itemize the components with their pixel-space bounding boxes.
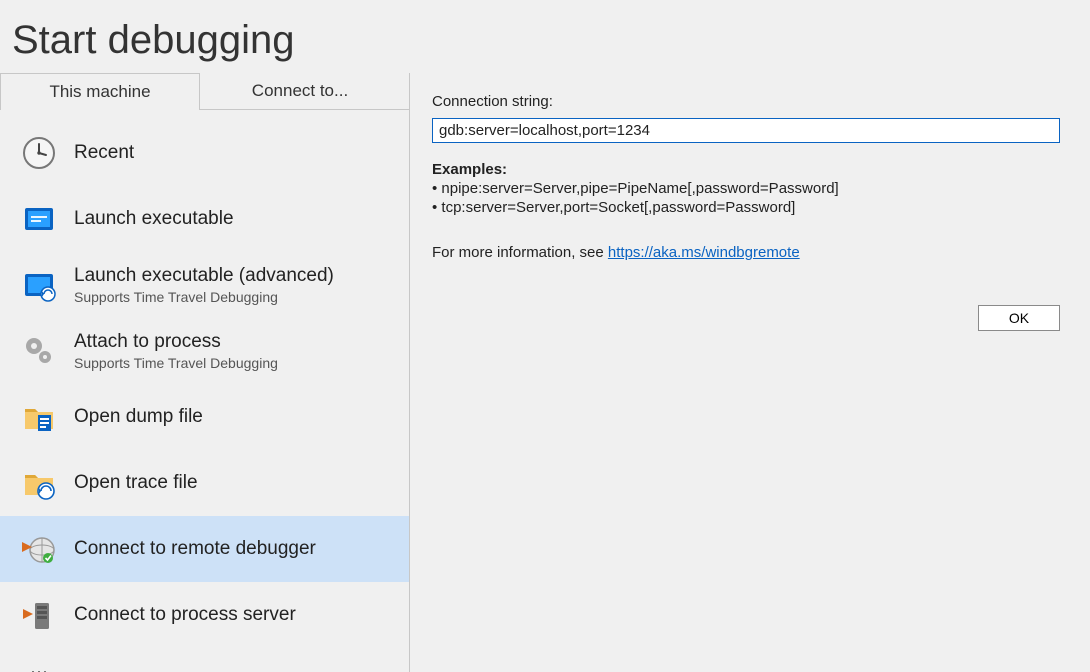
nav-launch-executable-advanced-label: Launch executable (advanced) <box>74 265 334 287</box>
connection-string-label: Connection string: <box>432 93 1060 110</box>
nav-launch-executable-advanced-sub: Supports Time Travel Debugging <box>74 289 334 305</box>
nav-launch-executable-label: Launch executable <box>74 208 234 230</box>
nav-recent[interactable]: Recent <box>0 120 409 186</box>
nav-connect-remote-debugger-label: Connect to remote debugger <box>74 538 316 560</box>
folder-trace-icon <box>18 462 60 504</box>
nav-launch-executable[interactable]: Launch executable <box>0 186 409 252</box>
left-column: This machine Connect to... <box>0 73 410 672</box>
nav-attach-to-process-label: Attach to process <box>74 331 278 353</box>
globe-connect-icon <box>18 528 60 570</box>
folder-dump-icon <box>18 396 60 438</box>
tab-this-machine[interactable]: This machine <box>0 73 200 110</box>
nav-recent-label: Recent <box>74 142 134 164</box>
nav-open-trace-file[interactable]: Open trace file <box>0 450 409 516</box>
nav-connect-remote-debugger[interactable]: Connect to remote debugger <box>0 516 409 582</box>
page-title: Start debugging <box>0 0 1090 73</box>
more-info-line: For more information, see https://aka.ms… <box>432 244 1060 261</box>
nav-open-dump-file-label: Open dump file <box>74 406 203 428</box>
nav-open-dump-file[interactable]: Open dump file <box>0 384 409 450</box>
nav-launch-executable-advanced[interactable]: Launch executable (advanced) Supports Ti… <box>0 252 409 318</box>
nav-connect-process-server[interactable]: Connect to process server <box>0 582 409 648</box>
nav-attach-to-process-sub: Supports Time Travel Debugging <box>74 355 278 371</box>
tabs: This machine Connect to... <box>0 73 409 110</box>
nav-open-trace-file-label: Open trace file <box>74 472 198 494</box>
tab-filler <box>400 73 409 110</box>
tab-connect-to[interactable]: Connect to... <box>200 73 400 110</box>
nav-attach-kernel[interactable]: Attach to kernel <box>0 648 409 672</box>
launch-advanced-icon <box>18 264 60 306</box>
more-info-link[interactable]: https://aka.ms/windbgremote <box>608 244 800 261</box>
nav-attach-to-process[interactable]: Attach to process Supports Time Travel D… <box>0 318 409 384</box>
examples-heading: Examples: <box>432 161 1060 178</box>
nav-connect-process-server-label: Connect to process server <box>74 604 296 626</box>
example-npipe: • npipe:server=Server,pipe=PipeName[,pas… <box>432 180 1060 197</box>
connection-string-input[interactable] <box>432 118 1060 143</box>
clock-icon <box>18 132 60 174</box>
gear-icon <box>18 330 60 372</box>
ok-button[interactable]: OK <box>978 305 1060 331</box>
server-connect-icon <box>18 594 60 636</box>
example-tcp: • tcp:server=Server,port=Socket[,passwor… <box>432 199 1060 216</box>
more-info-prefix: For more information, see <box>432 244 608 261</box>
chip-icon <box>18 660 60 672</box>
right-pane: Connection string: Examples: • npipe:ser… <box>410 73 1090 672</box>
launch-icon <box>18 198 60 240</box>
nav-list: Recent Launch executable <box>0 110 409 672</box>
